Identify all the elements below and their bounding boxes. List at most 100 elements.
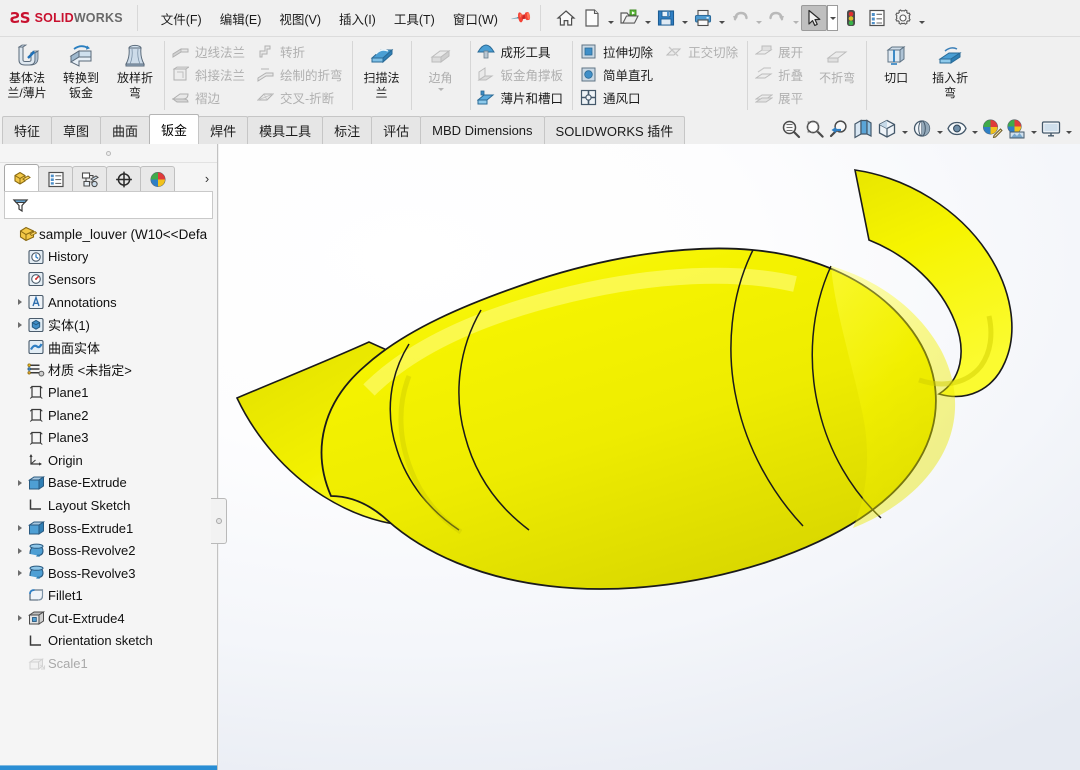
save-button[interactable] [653, 5, 679, 31]
tree-item-fillet1[interactable]: Fillet1 [0, 585, 217, 608]
apply-scene-dropdown-arrow[interactable] [1028, 116, 1039, 142]
tree-item-base-extrude[interactable]: Base-Extrude [0, 472, 217, 495]
sketched-bend-command[interactable]: 绘制的折弯 [252, 63, 350, 86]
apply-scene-button[interactable] [1004, 116, 1028, 142]
tree-item-solid-bodies[interactable]: 实体(1) [0, 313, 217, 336]
previous-view-button[interactable] [827, 116, 851, 142]
view-orientation-button[interactable] [875, 116, 899, 142]
expand-arrow-icon[interactable] [13, 570, 26, 576]
tree-item-boss-revolve2[interactable]: Boss-Revolve2 [0, 539, 217, 562]
display-style-dropdown-arrow[interactable] [934, 116, 945, 142]
convert-to-sheet-metal-command[interactable]: 转换到 钣金 [54, 39, 108, 112]
panel-splitter[interactable] [211, 498, 227, 544]
menu-view[interactable]: 视图(V) [270, 5, 330, 32]
filter-input[interactable] [32, 194, 212, 216]
fold-command[interactable]: 折叠 [750, 63, 810, 86]
hide-show-items-dropdown-arrow[interactable] [969, 116, 980, 142]
normal-cut-command[interactable]: 正交切除 [660, 40, 745, 63]
options-button[interactable] [890, 5, 916, 31]
tree-item-part-root[interactable]: sample_louver (W10<<Defa [0, 223, 217, 246]
menu-window[interactable]: 窗口(W) [444, 5, 507, 32]
tab-mold-tools[interactable]: 模具工具 [247, 116, 323, 144]
save-dropdown-arrow[interactable] [679, 5, 690, 31]
select-button[interactable] [801, 5, 827, 31]
zoom-to-area-button[interactable] [803, 116, 827, 142]
edit-appearance-button[interactable] [980, 116, 1004, 142]
undo-dropdown-arrow[interactable] [753, 5, 764, 31]
tab-sheet-metal[interactable]: 钣金 [149, 114, 199, 144]
zoom-to-fit-button[interactable] [779, 116, 803, 142]
expand-arrow-icon[interactable] [13, 299, 26, 305]
fm-tab-property-manager[interactable] [38, 166, 73, 191]
expand-arrow-icon[interactable] [13, 322, 26, 328]
undo-button[interactable] [727, 5, 753, 31]
fm-tab-configuration-manager[interactable] [72, 166, 107, 191]
base-flange-tab-command[interactable]: 基体法 兰/薄片 [0, 39, 54, 112]
jog-command[interactable]: 转折 [252, 40, 350, 63]
menu-file[interactable]: 文件(F) [152, 5, 211, 32]
extruded-cut-command[interactable]: 拉伸切除 [575, 40, 660, 63]
corner-command[interactable]: 边角 [414, 39, 468, 112]
miter-flange-command[interactable]: 斜接法兰 [167, 63, 252, 86]
print-button[interactable] [690, 5, 716, 31]
forming-tool-command[interactable]: 成形工具 [473, 40, 571, 63]
rip-command[interactable]: 切口 [869, 39, 923, 112]
redo-button[interactable] [764, 5, 790, 31]
redo-dropdown-arrow[interactable] [790, 5, 801, 31]
rebuild-button[interactable] [838, 5, 864, 31]
tree-item-plane3[interactable]: Plane3 [0, 426, 217, 449]
menu-tools[interactable]: 工具(T) [385, 5, 444, 32]
unfold-command[interactable]: 展开 [750, 40, 810, 63]
tree-item-cut-extrude4[interactable]: Cut-Extrude4 [0, 607, 217, 630]
vent-command[interactable]: 通风口 [575, 86, 660, 109]
fm-tab-feature-tree[interactable] [4, 164, 39, 191]
filter-row[interactable] [4, 191, 213, 219]
tab-evaluate[interactable]: 评估 [371, 116, 421, 144]
tree-item-surface-bodies[interactable]: 曲面实体 [0, 336, 217, 359]
hem-command[interactable]: 褶边 [167, 86, 252, 109]
tab-sketch[interactable]: 草图 [51, 116, 101, 144]
hide-show-items-button[interactable] [945, 116, 969, 142]
flatten-command[interactable]: 展平 [750, 86, 810, 109]
fm-tab-dimxpert-manager[interactable] [106, 166, 141, 191]
feature-manager-more-tabs[interactable]: › [197, 165, 217, 191]
menu-insert[interactable]: 插入(I) [330, 5, 385, 32]
tab-features[interactable]: 特征 [2, 116, 52, 144]
expand-arrow-icon[interactable] [13, 548, 26, 554]
tab-solidworks-addins[interactable]: SOLIDWORKS 插件 [544, 116, 686, 144]
tab-weldments[interactable]: 焊件 [198, 116, 248, 144]
cross-break-command[interactable]: 交叉-折断 [252, 86, 350, 109]
tree-item-sensors[interactable]: Sensors [0, 268, 217, 291]
rollback-bar[interactable] [0, 765, 217, 770]
tree-item-material[interactable]: 材质 <未指定> [0, 359, 217, 382]
swept-flange-command[interactable]: 扫描法 兰 [355, 39, 409, 112]
select-dropdown-arrow[interactable] [827, 5, 838, 31]
tab-surfaces[interactable]: 曲面 [100, 116, 150, 144]
menu-edit[interactable]: 编辑(E) [211, 5, 271, 32]
view-orientation-dropdown-arrow[interactable] [899, 116, 910, 142]
tree-item-boss-revolve3[interactable]: Boss-Revolve3 [0, 562, 217, 585]
tree-item-boss-extrude1[interactable]: Boss-Extrude1 [0, 517, 217, 540]
new-document-button[interactable] [579, 5, 605, 31]
no-bends-command[interactable]: 不折弯 [810, 39, 864, 112]
tree-item-orientation-sketch[interactable]: Orientation sketch [0, 630, 217, 653]
tree-item-history[interactable]: History [0, 246, 217, 269]
tab-markup[interactable]: 标注 [322, 116, 372, 144]
options-dropdown-arrow[interactable] [916, 5, 927, 31]
open-document-button[interactable] [616, 5, 642, 31]
print-dropdown-arrow[interactable] [716, 5, 727, 31]
tab-mbd-dimensions[interactable]: MBD Dimensions [420, 116, 544, 144]
corner-dropdown-arrow[interactable] [416, 86, 466, 91]
section-view-button[interactable] [851, 116, 875, 142]
sheetmetal-gusset-command[interactable]: 钣金角撑板 [473, 63, 571, 86]
edge-flange-command[interactable]: 边线法兰 [167, 40, 252, 63]
view-settings-dropdown-arrow[interactable] [1063, 116, 1074, 142]
insert-bends-command[interactable]: 插入折 弯 [923, 39, 977, 112]
expand-arrow-icon[interactable] [13, 615, 26, 621]
panel-grip[interactable] [0, 144, 217, 163]
new-document-dropdown-arrow[interactable] [605, 5, 616, 31]
tree-item-plane1[interactable]: Plane1 [0, 381, 217, 404]
tree-item-origin[interactable]: Origin [0, 449, 217, 472]
simple-hole-command[interactable]: 简单直孔 [575, 63, 660, 86]
file-properties-button[interactable] [864, 5, 890, 31]
